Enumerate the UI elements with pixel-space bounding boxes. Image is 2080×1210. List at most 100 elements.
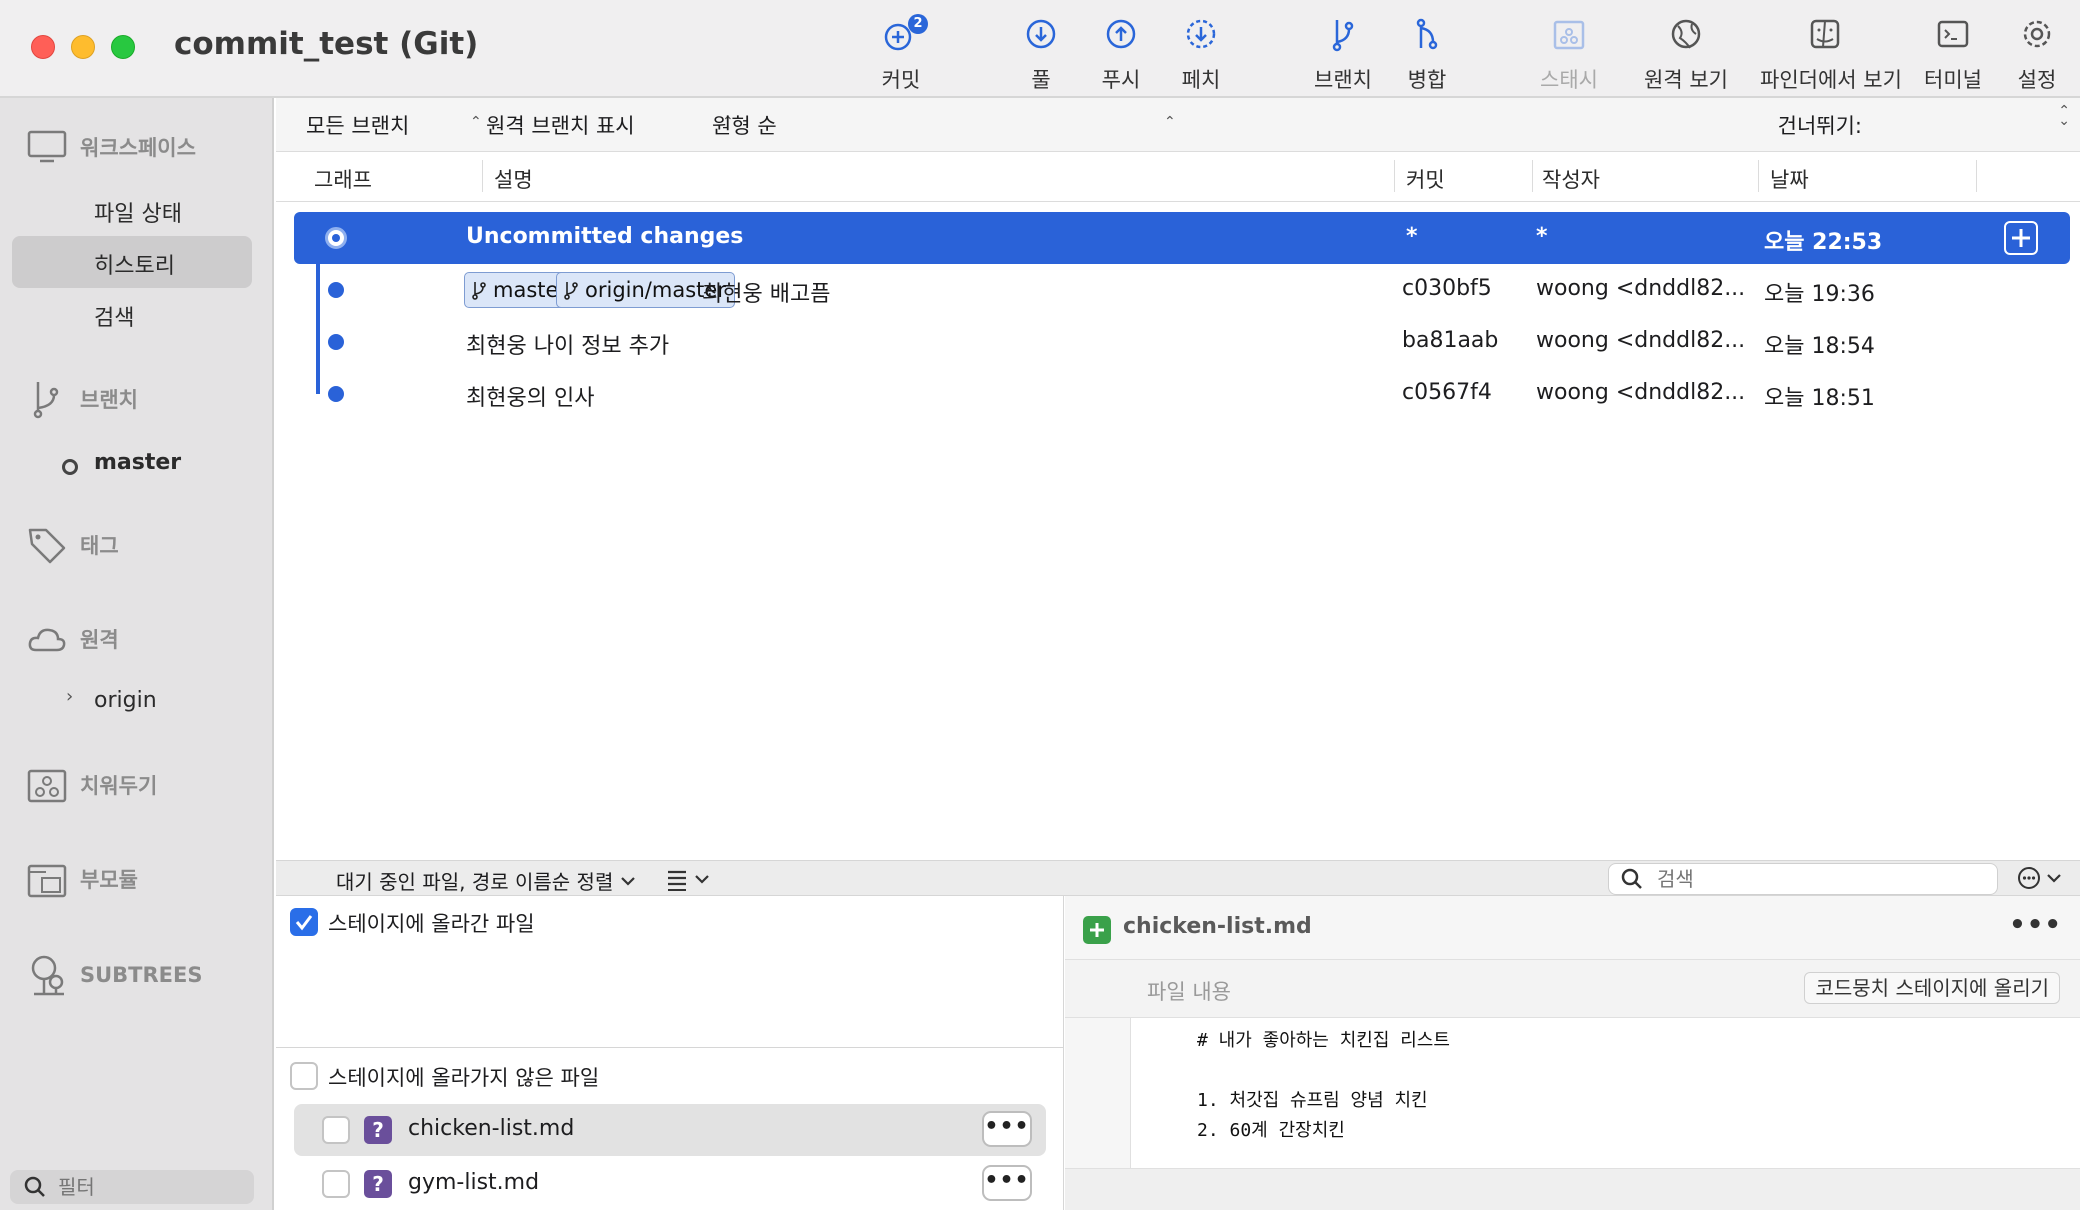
commit-node [328,282,344,298]
added-file-icon [1083,916,1111,944]
sort-order-select[interactable]: 원형 순 ⌃ [712,110,1176,140]
commit-hash: c030bf5 [1402,276,1492,301]
column-divider[interactable] [482,160,483,192]
sidebar-tags-header[interactable]: 태그 [26,524,119,566]
sidebar-filter-input[interactable] [58,1175,238,1199]
commit-row[interactable]: master origin/master 최현웅 배고픔 c030bf5 woo… [294,264,2070,316]
sidebar-stashes-header[interactable]: 치워두기 [26,764,157,806]
diff-line: # 내가 좋아하는 치킨집 리스트 [1197,1030,1450,1051]
column-divider[interactable] [1758,160,1759,192]
diff-actions-button[interactable]: ••• [2009,910,2062,940]
tree-icon [31,955,64,996]
unstaged-all-checkbox[interactable] [290,1062,318,1090]
toolbar-settings-button[interactable]: 설정 [1972,14,2080,94]
branch-icon [1332,20,1354,52]
sidebar: 워크스페이스 파일 상태 히스토리 검색 브랜치 master 태그 원격 › … [0,98,274,1210]
file-checkbox[interactable] [322,1170,350,1198]
toolbar-finder-button[interactable]: 파인더에서 보기 [1760,14,1902,94]
terminal-icon [1937,20,1969,48]
branch-icon [472,282,486,300]
sidebar-section-label: 브랜치 [80,388,138,412]
commit-list-header: 그래프 설명 커밋 작성자 날짜 [276,152,2080,202]
file-sort-select[interactable]: 대기 중인 파일, 경로 이름순 정렬 [336,866,637,895]
commit-node [328,334,344,350]
toolbar-label: 파인더에서 보기 [1760,68,1902,92]
column-header-date[interactable]: 날짜 [1770,164,1809,194]
toolbar-remote-view-button[interactable]: 원격 보기 [1621,14,1751,94]
staged-files-title: 스테이지에 올라간 파일 [328,912,535,936]
toolbar-label: 페치 [1181,68,1221,92]
column-divider[interactable] [1532,160,1533,192]
branch-icon [33,382,59,419]
commit-row[interactable]: 최현웅 나이 정보 추가 ba81aab woong <dnddl82... 오… [294,316,2070,368]
commit-count-badge: 2 [908,14,928,34]
history-filter-bar: 모든 브랜치 ⌃ 원격 브랜치 표시 ⌃ 원형 순 ⌃ 건너뛰기: ⌃ ⌄ [276,98,2080,152]
list-view-select[interactable] [666,867,714,895]
sidebar-section-label: 원격 [80,628,119,652]
sidebar-remotes-header[interactable]: 원격 [26,618,119,660]
remote-branch-filter-value: 원격 브랜치 표시 [486,114,635,138]
commit-node [328,386,344,402]
chevron-right-icon[interactable]: › [66,686,73,707]
toolbar-fetch-button[interactable]: 페치 [1136,14,1266,94]
branch-filter-select[interactable]: 모든 브랜치 ⌃ [306,110,482,140]
sidebar-item-search[interactable]: 검색 [94,300,134,332]
chevron-down-icon [621,876,636,886]
stage-all-checkbox[interactable] [290,908,318,936]
file-actions-button[interactable]: ••• [982,1165,1032,1201]
sidebar-branches-header[interactable]: 브랜치 [26,378,138,420]
commit-row-uncommitted[interactable]: Uncommitted changes * * 오늘 22:53 [294,212,2070,264]
close-window-button[interactable] [31,35,55,59]
search-icon [1621,868,1642,889]
commit-author: woong <dnddl82... [1536,276,1746,301]
minimize-window-button[interactable] [71,35,95,59]
sidebar-item-remote-origin[interactable]: origin [94,688,157,713]
file-search-input[interactable] [1657,867,1977,891]
commit-hash: ba81aab [1402,328,1499,353]
add-commit-button[interactable] [2004,221,2038,255]
commit-date: 오늘 22:53 [1764,230,1883,255]
sidebar-filter-field[interactable] [10,1170,254,1204]
cloud-icon [28,628,66,652]
column-header-commit[interactable]: 커밋 [1406,164,1445,194]
column-divider[interactable] [1976,160,1977,192]
checkmark-icon [295,915,313,931]
column-divider[interactable] [1394,160,1395,192]
sidebar-subtrees-header[interactable]: SUBTREES [26,954,203,996]
sidebar-item-history[interactable]: 히스토리 [94,248,175,280]
toolbar-commit-button[interactable]: 2 커밋 [836,14,966,94]
file-search-field[interactable] [1608,863,1998,895]
file-row-chicken-list[interactable]: ? chicken-list.md ••• [294,1104,1046,1156]
unstaged-files-pane: 스테이지에 올라가지 않은 파일 ? chicken-list.md ••• ?… [276,1048,1064,1210]
sort-order-value: 원형 순 [712,114,777,138]
sidebar-section-label: SUBTREES [80,963,203,987]
jump-to-select[interactable]: ⌃ ⌄ [2058,104,2070,128]
column-header-description[interactable]: 설명 [494,164,533,194]
file-row-gym-list[interactable]: ? gym-list.md ••• [294,1158,1046,1210]
sidebar-item-branch-master[interactable]: master [94,450,181,475]
fetch-icon [1186,19,1216,49]
diff-footer [1065,1168,2080,1210]
toolbar-stash-button[interactable]: 스태시 [1504,14,1634,94]
remote-branch-filter-select[interactable]: 원격 브랜치 표시 ⌃ [486,110,734,140]
sidebar-item-file-status[interactable]: 파일 상태 [94,196,182,228]
commit-hash: c0567f4 [1402,380,1492,405]
zoom-window-button[interactable] [111,35,135,59]
commit-row[interactable]: 최현웅의 인사 c0567f4 woong <dnddl82... 오늘 18:… [294,368,2070,420]
column-header-author[interactable]: 작성자 [1542,164,1600,194]
file-checkbox[interactable] [322,1116,350,1144]
view-options-button[interactable] [2016,865,2066,895]
column-header-graph[interactable]: 그래프 [314,164,372,194]
stage-hunk-button[interactable]: 코드뭉치 스테이지에 올리기 [1804,972,2060,1004]
sidebar-submodules-header[interactable]: 부모듈 [26,858,138,900]
sidebar-workspace-header[interactable]: 워크스페이스 [26,126,196,168]
stash-icon [1553,20,1585,50]
search-icon [24,1176,45,1197]
updown-chevron-icon: ⌃ [1164,114,1176,130]
toolbar-merge-button[interactable]: 병합 [1362,14,1492,94]
file-actions-button[interactable]: ••• [982,1111,1032,1147]
submodule-icon [27,864,67,898]
updown-chevron-icon: ⌃ [470,114,482,130]
diff-file-name: chicken-list.md [1123,914,1312,939]
commit-description: 최현웅 배고픔 [702,282,831,307]
